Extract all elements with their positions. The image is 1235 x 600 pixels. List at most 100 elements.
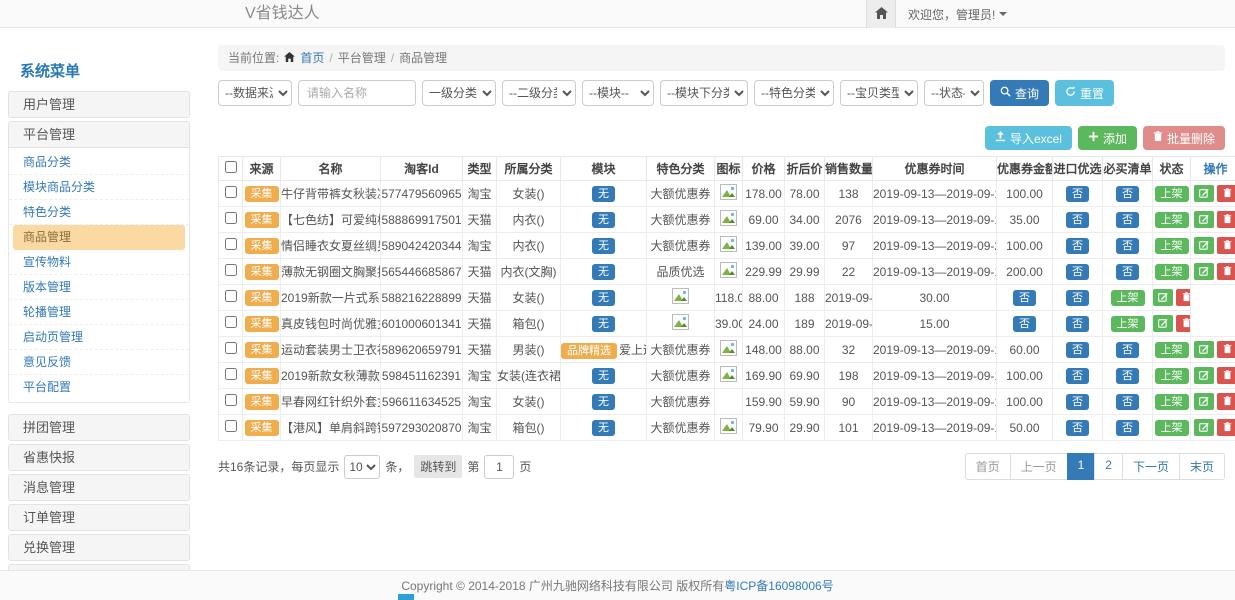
add-button[interactable]: 添加 [1078,126,1137,150]
must-buy-badge[interactable]: 否 [1116,186,1139,202]
pager-page-2[interactable]: 2 [1094,453,1123,480]
module-badge[interactable]: 无 [592,394,615,410]
import-select-badge[interactable]: 否 [1013,290,1036,306]
submenu-item-module-goods-category[interactable]: 模块商品分类 [9,175,189,200]
must-buy-badge[interactable]: 否 [1116,394,1139,410]
status-badge[interactable]: 上架 [1155,238,1189,254]
breadcrumb-home-link[interactable]: 首页 [300,45,324,71]
row-checkbox[interactable] [225,316,237,328]
must-buy-badge[interactable]: 否 [1116,368,1139,384]
module-badge[interactable]: 品牌精选 [561,343,617,359]
row-checkbox[interactable] [225,420,237,432]
submenu-item-goods-management[interactable]: 商品管理 [13,225,185,250]
row-checkbox[interactable] [225,342,237,354]
search-button[interactable]: 查询 [990,80,1049,106]
sidebar-item-platform-management[interactable]: 平台管理 [8,121,190,148]
must-buy-badge[interactable]: 否 [1116,264,1139,280]
edit-button[interactable] [1194,263,1214,280]
submenu-item-promo-materials[interactable]: 宣传物料 [9,250,189,275]
source-badge[interactable]: 采集 [245,186,279,202]
source-badge[interactable]: 采集 [245,342,279,358]
sidebar-item-groupbuy-management[interactable]: 拼团管理 [8,414,190,441]
module-badge[interactable]: 无 [592,212,615,228]
must-buy-badge[interactable]: 否 [1116,238,1139,254]
status-badge[interactable]: 上架 [1155,264,1189,280]
sidebar-item-message-management[interactable]: 消息管理 [8,474,190,501]
submenu-item-carousel-management[interactable]: 轮播管理 [9,300,189,325]
icp-link[interactable]: 粤ICP备16098006号 [724,577,833,594]
submenu-item-platform-config[interactable]: 平台配置 [9,375,189,400]
row-checkbox[interactable] [225,290,237,302]
source-badge[interactable]: 采集 [245,264,279,280]
filter-select-status[interactable]: --状态-- [924,80,984,106]
submenu-item-feedback[interactable]: 意见反馈 [9,350,189,375]
filter-select-category-l1[interactable]: 一级分类 [422,80,496,106]
module-badge[interactable]: 无 [592,238,615,254]
sidebar-item-savings-express[interactable]: 省惠快报 [8,444,190,471]
must-buy-badge[interactable]: 否 [1066,316,1089,332]
edit-button[interactable] [1194,211,1214,228]
edit-button[interactable] [1153,289,1173,306]
pager-prev[interactable]: 上一页 [1010,453,1068,480]
source-badge[interactable]: 采集 [245,316,279,332]
module-badge[interactable]: 无 [592,186,615,202]
source-badge[interactable]: 采集 [245,368,279,384]
must-buy-badge[interactable]: 否 [1116,342,1139,358]
delete-button[interactable] [1217,263,1235,280]
row-checkbox[interactable] [225,186,237,198]
status-badge[interactable]: 上架 [1111,290,1145,306]
filter-select-data-source[interactable]: --数据来源-- [218,80,292,106]
module-badge[interactable]: 无 [592,290,615,306]
jump-button[interactable]: 跳转到 [414,455,462,478]
user-menu[interactable]: 欢迎您，管理员! [896,0,1019,28]
filter-select-category-l2[interactable]: --二级分类-- [502,80,576,106]
filter-select-featured[interactable]: --特色分类-- [754,80,834,106]
edit-button[interactable] [1194,393,1214,410]
edit-button[interactable] [1194,237,1214,254]
filter-select-module-sub[interactable]: --模块下分类-- [660,80,748,106]
status-badge[interactable]: 上架 [1111,316,1145,332]
import-select-badge[interactable]: 否 [1066,186,1089,202]
delete-button[interactable] [1176,289,1191,306]
reset-button[interactable]: 重置 [1055,80,1114,106]
sidebar-item-exchange-management[interactable]: 兑换管理 [8,534,190,561]
pager-last[interactable]: 末页 [1179,453,1225,480]
status-badge[interactable]: 上架 [1155,368,1189,384]
delete-button[interactable] [1217,341,1235,358]
sidebar-item-order-management[interactable]: 订单管理 [8,504,190,531]
row-checkbox[interactable] [225,394,237,406]
delete-button[interactable] [1217,419,1235,436]
import-select-badge[interactable]: 否 [1066,238,1089,254]
delete-button[interactable] [1217,185,1235,202]
status-badge[interactable]: 上架 [1155,394,1189,410]
import-select-badge[interactable]: 否 [1066,264,1089,280]
edit-button[interactable] [1194,185,1214,202]
submenu-item-goods-category[interactable]: 商品分类 [9,150,189,175]
home-button[interactable] [866,0,896,28]
submenu-item-splash-management[interactable]: 启动页管理 [9,325,189,350]
row-checkbox[interactable] [225,368,237,380]
filter-select-item-type[interactable]: --宝贝类型-- [840,80,918,106]
source-badge[interactable]: 采集 [245,238,279,254]
submenu-item-featured-category[interactable]: 特色分类 [9,200,189,225]
batch-delete-button[interactable]: 批量删除 [1143,126,1225,150]
edit-button[interactable] [1194,341,1214,358]
per-page-select[interactable]: 10 [344,455,380,479]
row-checkbox[interactable] [225,238,237,250]
row-checkbox[interactable] [225,212,237,224]
must-buy-badge[interactable]: 否 [1066,290,1089,306]
source-badge[interactable]: 采集 [245,212,279,228]
import-excel-button[interactable]: 导入excel [985,126,1072,150]
row-checkbox[interactable] [225,264,237,276]
must-buy-badge[interactable]: 否 [1116,212,1139,228]
delete-button[interactable] [1176,315,1191,332]
module-badge[interactable]: 无 [592,264,615,280]
module-badge[interactable]: 无 [592,368,615,384]
select-all-checkbox[interactable] [225,161,237,173]
pager-next[interactable]: 下一页 [1122,453,1180,480]
submenu-item-version-management[interactable]: 版本管理 [9,275,189,300]
delete-button[interactable] [1217,237,1235,254]
source-badge[interactable]: 采集 [245,394,279,410]
edit-button[interactable] [1194,367,1214,384]
sidebar-item-user-management[interactable]: 用户管理 [8,91,190,118]
